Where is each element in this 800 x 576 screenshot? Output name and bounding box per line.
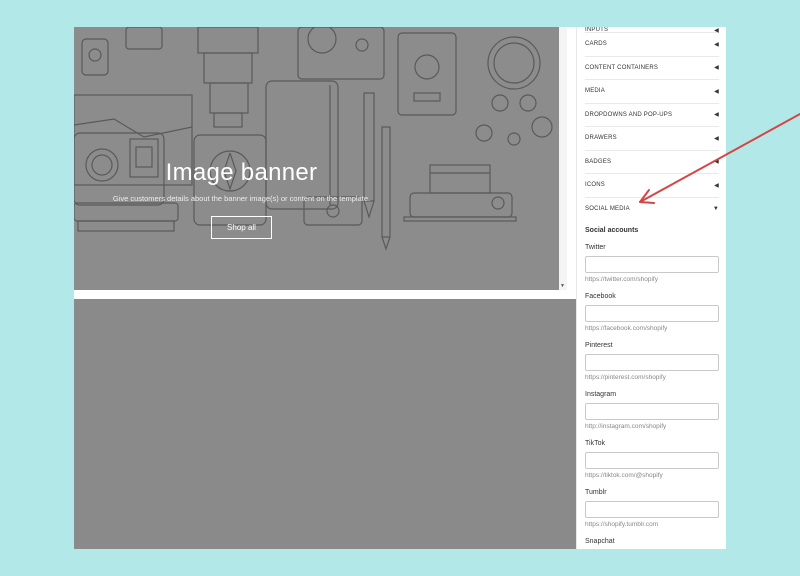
section-label: SOCIAL MEDIA	[585, 205, 630, 212]
field-hint: https://tiktok.com/@shopify	[585, 472, 663, 479]
field-hint: http://instagram.com/shopify	[585, 423, 667, 430]
section-media[interactable]: MEDIA ◀	[585, 80, 719, 104]
instagram-input[interactable]	[585, 403, 719, 420]
preview-area: Image banner Give customers details abou…	[74, 27, 576, 549]
section-label: BADGES	[585, 158, 612, 165]
social-accounts-form: Social accounts Twitter https://twitter.…	[585, 227, 719, 549]
field-hint: https://pinterest.com/shopify	[585, 374, 666, 381]
theme-editor-window: Image banner Give customers details abou…	[74, 27, 726, 549]
section-social-media[interactable]: SOCIAL MEDIA ▼	[585, 198, 719, 221]
section-label: CARDS	[585, 41, 608, 48]
section-dropdowns-and-pop-ups[interactable]: DROPDOWNS AND POP-UPS ◀	[585, 104, 719, 127]
social-accounts-heading: Social accounts	[585, 227, 639, 234]
shop-all-button[interactable]: Shop all	[211, 216, 272, 239]
preview-scrollbar[interactable]	[559, 27, 567, 290]
caret-left-icon: ◀	[714, 182, 719, 189]
instagram-field: Instagram http://instagram.com/shopify	[585, 391, 719, 440]
snapchat-field: Snapchat	[585, 538, 719, 549]
field-hint: https://twitter.com/shopify	[585, 276, 658, 283]
banner-title: Image banner	[165, 159, 318, 186]
caret-left-icon: ◀	[714, 112, 719, 119]
section-content-containers[interactable]: CONTENT CONTAINERS ◀	[585, 57, 719, 80]
lower-preview-section	[74, 299, 576, 549]
field-label: Facebook	[585, 293, 616, 300]
section-badges[interactable]: BADGES ◀	[585, 151, 719, 174]
tiktok-input[interactable]	[585, 452, 719, 469]
field-hint: https://shopify.tumblr.com	[585, 521, 659, 528]
section-icons[interactable]: ICONS ◀	[585, 174, 719, 198]
caret-left-icon: ◀	[714, 135, 719, 142]
field-hint: https://facebook.com/shopify	[585, 325, 668, 332]
field-label: Tumblr	[585, 489, 607, 496]
banner-content: Image banner Give customers details abou…	[74, 159, 409, 239]
settings-panel: INPUTS ◀ CARDS ◀ CONTENT CONTAINERS ◀ ME…	[576, 27, 726, 549]
section-drawers[interactable]: DRAWERS ◀	[585, 127, 719, 151]
section-label: DROPDOWNS AND POP-UPS	[585, 111, 673, 118]
caret-left-icon: ◀	[714, 88, 719, 95]
caret-down-icon: ▼	[712, 205, 719, 212]
field-label: Pinterest	[585, 342, 613, 349]
field-label: Snapchat	[585, 538, 615, 545]
tumblr-input[interactable]	[585, 501, 719, 518]
facebook-field: Facebook https://facebook.com/shopify	[585, 293, 719, 342]
field-label: Instagram	[585, 391, 617, 398]
section-cards[interactable]: CARDS ◀	[585, 33, 719, 57]
section-label: CONTENT CONTAINERS	[585, 64, 659, 71]
caret-left-icon: ◀	[714, 65, 719, 72]
pinterest-input[interactable]	[585, 354, 719, 371]
section-label: DRAWERS	[585, 135, 617, 142]
caret-left-icon: ◀	[714, 159, 719, 166]
field-label: TikTok	[585, 440, 605, 447]
scroll-down-icon[interactable]: ▼	[560, 283, 565, 289]
pinterest-field: Pinterest https://pinterest.com/shopify	[585, 342, 719, 391]
facebook-input[interactable]	[585, 305, 719, 322]
field-label: Twitter	[585, 244, 606, 251]
image-banner[interactable]: Image banner Give customers details abou…	[74, 27, 559, 290]
twitter-input[interactable]	[585, 256, 719, 273]
section-label: ICONS	[585, 182, 606, 189]
tiktok-field: TikTok https://tiktok.com/@shopify	[585, 440, 719, 489]
banner-description: Give customers details about the banner …	[112, 194, 371, 203]
caret-left-icon: ◀	[714, 41, 719, 48]
section-label: MEDIA	[585, 88, 606, 95]
twitter-field: Twitter https://twitter.com/shopify	[585, 244, 719, 293]
tumblr-field: Tumblr https://shopify.tumblr.com	[585, 489, 719, 538]
